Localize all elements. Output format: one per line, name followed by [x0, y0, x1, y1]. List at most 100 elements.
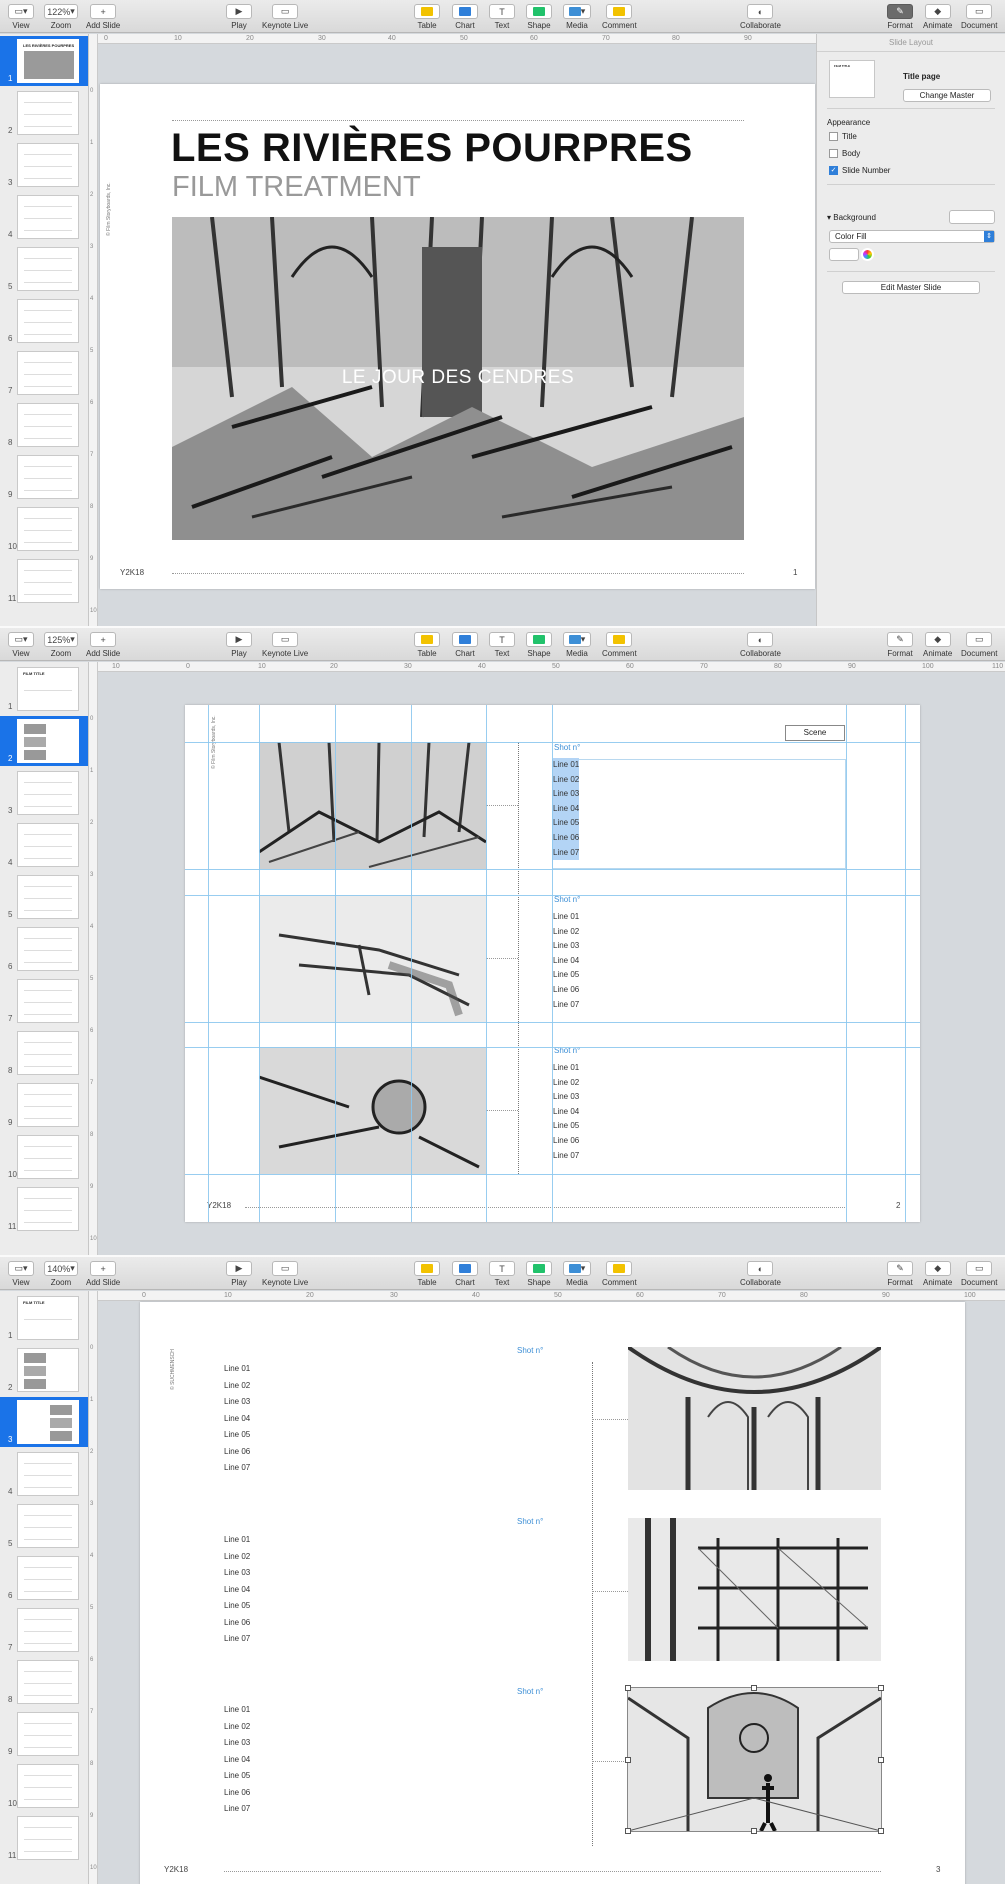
slide-thumbnail[interactable]: LES RIVIÈRES POURPRES 1: [0, 36, 88, 86]
shape-tool[interactable]: Shape: [526, 1261, 552, 1287]
slide-canvas[interactable]: LES RIVIÈRES POURPRES FILM TREATMENT © F…: [100, 84, 815, 589]
shot-lines[interactable]: Line 01 Line 02 Line 03 Line 04 Line 05 …: [553, 758, 580, 861]
animate-tool[interactable]: ◆ Animate: [923, 1261, 952, 1287]
slide-navigator[interactable]: FILM TITLE 1 2 3 4 5 6 7 8 9 10 11: [0, 1291, 89, 1884]
slide-navigator[interactable]: FILM TITLE 1 2 3 4 5 6 7 8 9 10 11: [0, 662, 89, 1255]
shape-tool[interactable]: Shape: [526, 4, 552, 30]
selection-handle[interactable]: [878, 1757, 884, 1763]
background-section[interactable]: ▾ Background: [827, 213, 876, 222]
shot-lines[interactable]: Line 01 Line 02 Line 03 Line 04 Line 05 …: [224, 1532, 250, 1648]
slide-thumbnail[interactable]: 2: [0, 716, 88, 766]
slide-thumbnail[interactable]: 9: [0, 1080, 88, 1130]
color-swatch[interactable]: [829, 248, 859, 261]
slide-thumbnail[interactable]: 5: [0, 1501, 88, 1551]
master-thumbnail[interactable]: FILM TITLE: [829, 60, 875, 98]
keynote-live-tool[interactable]: ▭ Keynote Live: [262, 632, 308, 658]
selection-handle[interactable]: [625, 1685, 631, 1691]
slide-thumbnail[interactable]: 4: [0, 1449, 88, 1499]
comment-tool[interactable]: Comment: [602, 1261, 637, 1287]
shot-label[interactable]: Shot n°: [517, 1687, 543, 1696]
slide-thumbnail[interactable]: 3: [0, 140, 88, 190]
text-tool[interactable]: T Text: [489, 1261, 515, 1287]
slide-thumbnail[interactable]: 10: [0, 504, 88, 554]
chart-tool[interactable]: Chart: [452, 4, 478, 30]
slide-thumbnail[interactable]: 6: [0, 924, 88, 974]
title-checkbox[interactable]: Title: [829, 132, 857, 141]
view-tool[interactable]: ▭▾ View: [8, 632, 34, 658]
keynote-live-tool[interactable]: ▭ Keynote Live: [262, 4, 308, 30]
storyboard-closeup-sketch[interactable]: [259, 1047, 486, 1174]
body-checkbox[interactable]: Body: [829, 149, 860, 158]
slide-thumbnail[interactable]: 8: [0, 1657, 88, 1707]
document-tool[interactable]: ▭ Document: [961, 4, 997, 30]
document-tool[interactable]: ▭ Document: [961, 1261, 997, 1287]
animate-tool[interactable]: ◆ Animate: [923, 632, 952, 658]
zoom-select[interactable]: 140% ▾: [44, 1261, 78, 1276]
change-master-button[interactable]: Change Master: [903, 89, 991, 102]
selection-handle[interactable]: [625, 1757, 631, 1763]
add-slide-tool[interactable]: + Add Slide: [86, 632, 120, 658]
slide-thumbnail[interactable]: 3: [0, 1397, 88, 1447]
zoom-tool[interactable]: 140% ▾ Zoom: [44, 1261, 78, 1287]
shot-label[interactable]: Shot n°: [517, 1517, 543, 1526]
shot-label[interactable]: Shot n°: [554, 743, 580, 752]
slide-thumbnail[interactable]: 6: [0, 296, 88, 346]
slide-title[interactable]: LES RIVIÈRES POURPRES: [171, 126, 693, 171]
selection-handle[interactable]: [625, 1828, 631, 1834]
text-selection-box[interactable]: [552, 759, 846, 869]
media-tool[interactable]: ▾ Media: [563, 632, 591, 658]
selection-handle[interactable]: [751, 1685, 757, 1691]
chart-tool[interactable]: Chart: [452, 632, 478, 658]
collaborate-tool[interactable]: ◐ Collaborate: [740, 4, 781, 30]
slide-thumbnail[interactable]: 11: [0, 556, 88, 606]
collaborate-tool[interactable]: ◐ Collaborate: [740, 1261, 781, 1287]
play-tool[interactable]: ▶ Play: [226, 4, 252, 30]
slide-canvas[interactable]: © Film Storyboards, Inc. Scene Shot n° L…: [185, 705, 920, 1222]
shot-lines[interactable]: Line 01 Line 02 Line 03 Line 04 Line 05 …: [224, 1361, 250, 1477]
format-tool[interactable]: ✎ Format: [887, 1261, 913, 1287]
table-tool[interactable]: Table: [414, 1261, 440, 1287]
shot-lines[interactable]: Line 01 Line 02 Line 03 Line 04 Line 05 …: [553, 910, 579, 1012]
slide-navigator[interactable]: LES RIVIÈRES POURPRES 1 2 3 4 5 6 7 8 9 1…: [0, 34, 89, 626]
shot-lines[interactable]: Line 01 Line 02 Line 03 Line 04 Line 05 …: [553, 1061, 579, 1163]
chart-tool[interactable]: Chart: [452, 1261, 478, 1287]
comment-tool[interactable]: Comment: [602, 632, 637, 658]
view-tool[interactable]: ▭▾ View: [8, 4, 34, 30]
slide-thumbnail[interactable]: 6: [0, 1553, 88, 1603]
document-tool[interactable]: ▭ Document: [961, 632, 997, 658]
slide-thumbnail[interactable]: 7: [0, 976, 88, 1026]
text-tool[interactable]: T Text: [489, 4, 515, 30]
slide-canvas[interactable]: © SUCHMENSCH Shot n° Line 01 Line 02 Lin…: [140, 1302, 965, 1884]
edit-master-slide-button[interactable]: Edit Master Slide: [842, 281, 980, 294]
slide-thumbnail[interactable]: FILM TITLE 1: [0, 664, 88, 714]
slide-thumbnail[interactable]: 8: [0, 1028, 88, 1078]
shape-tool[interactable]: Shape: [526, 632, 552, 658]
slide-thumbnail[interactable]: 2: [0, 1345, 88, 1395]
scene-box[interactable]: Scene: [785, 725, 845, 741]
table-tool[interactable]: Table: [414, 4, 440, 30]
slide-thumbnail[interactable]: 11: [0, 1184, 88, 1234]
animate-tool[interactable]: ◆ Animate: [923, 4, 952, 30]
cathedral-ruins-sketch[interactable]: LE JOUR DES CENDRES: [172, 217, 744, 540]
slide-thumbnail[interactable]: 5: [0, 244, 88, 294]
fill-type-select[interactable]: Color Fill ⇕: [829, 230, 995, 243]
nave-figure-sketch[interactable]: [627, 1687, 882, 1832]
slide-thumbnail[interactable]: 10: [0, 1761, 88, 1811]
format-tool[interactable]: ✎ Format: [887, 632, 913, 658]
slide-thumbnail[interactable]: 3: [0, 768, 88, 818]
play-tool[interactable]: ▶ Play: [226, 1261, 252, 1287]
shot-label[interactable]: Shot n°: [517, 1346, 543, 1355]
selection-handle[interactable]: [751, 1828, 757, 1834]
keynote-live-tool[interactable]: ▭ Keynote Live: [262, 1261, 308, 1287]
slide-thumbnail[interactable]: FILM TITLE 1: [0, 1293, 88, 1343]
add-slide-tool[interactable]: + Add Slide: [86, 4, 120, 30]
zoom-select[interactable]: 125% ▾: [44, 632, 78, 647]
slide-thumbnail[interactable]: 10: [0, 1132, 88, 1182]
slide-thumbnail[interactable]: 7: [0, 1605, 88, 1655]
media-tool[interactable]: ▾ Media: [563, 4, 591, 30]
background-color-well[interactable]: [949, 210, 995, 224]
shot-label[interactable]: Shot n°: [554, 895, 580, 904]
slide-thumbnail[interactable]: 4: [0, 192, 88, 242]
slide-thumbnail[interactable]: 9: [0, 1709, 88, 1759]
format-tool[interactable]: ✎ Format: [887, 4, 913, 30]
